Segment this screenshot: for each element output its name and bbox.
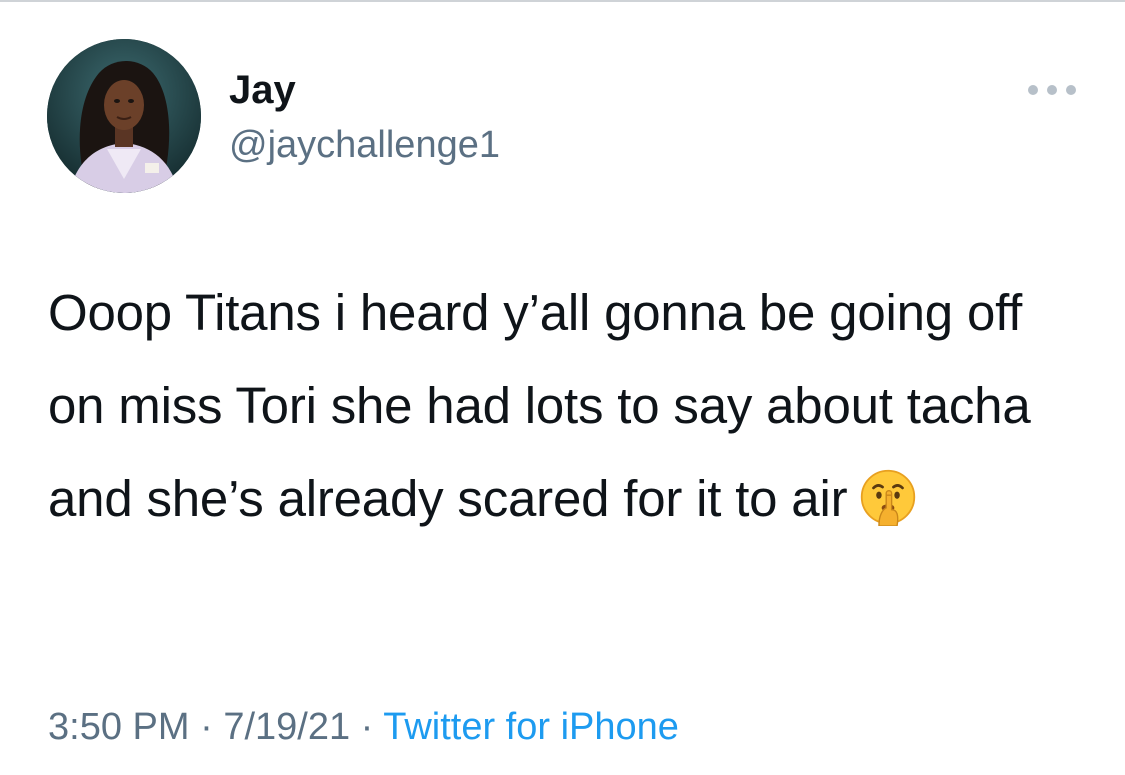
user-handle[interactable]: @jaychallenge1 — [229, 122, 500, 168]
more-options-button[interactable] — [1028, 78, 1076, 102]
tweet-card: Jay @jaychallenge1 Ooop Titans i heard y… — [0, 0, 1125, 775]
more-dot-icon — [1066, 85, 1076, 95]
tweet-date[interactable]: 7/19/21 — [223, 706, 350, 748]
tweet-text: Ooop Titans i heard y’all gonna be going… — [48, 266, 1068, 545]
tweet-source-link[interactable]: Twitter for iPhone — [383, 706, 679, 748]
meta-separator: · — [360, 706, 374, 748]
tweet-meta: 3:50 PM · 7/19/21 · Twitter for iPhone — [48, 702, 679, 752]
shushing-face-icon — [859, 468, 917, 526]
more-dot-icon — [1028, 85, 1038, 95]
tweet-time[interactable]: 3:50 PM — [48, 706, 190, 748]
avatar[interactable] — [47, 39, 201, 193]
more-dot-icon — [1047, 85, 1057, 95]
avatar-photo — [47, 39, 201, 193]
display-name[interactable]: Jay — [229, 66, 296, 114]
meta-separator: · — [200, 706, 213, 748]
